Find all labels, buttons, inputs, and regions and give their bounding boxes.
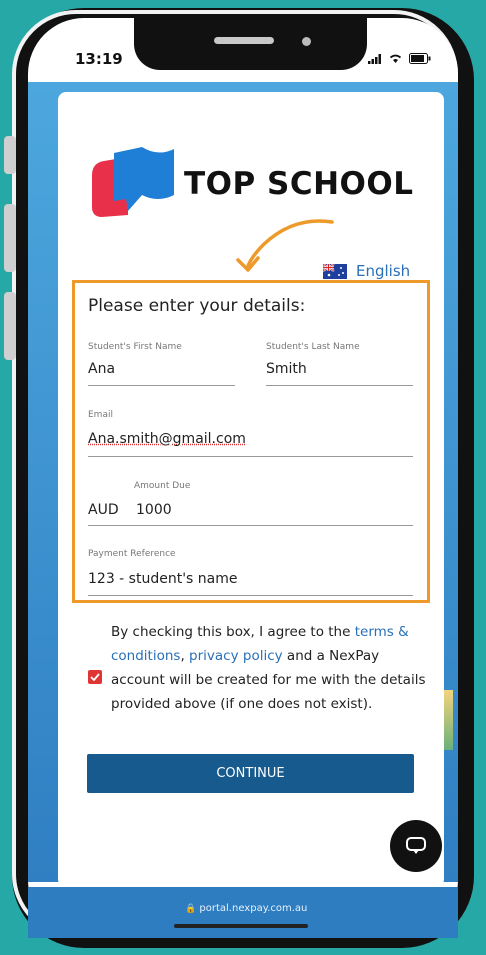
camera [302, 37, 311, 46]
top-school-logo-icon [92, 147, 174, 217]
reference-underline [88, 595, 413, 596]
agreement-text: By checking this box, I agree to the ter… [111, 620, 429, 716]
wifi-icon [389, 54, 402, 63]
reference-label: Payment Reference [88, 549, 176, 559]
home-indicator[interactable] [174, 924, 308, 928]
chat-icon [406, 837, 426, 854]
status-time: 13:19 [75, 50, 123, 68]
arrow-annotation-icon [236, 219, 334, 272]
privacy-policy-link[interactable]: privacy policy [189, 648, 283, 664]
lock-icon: 🔒 [185, 904, 197, 914]
amount-label: Amount Due [134, 481, 191, 491]
last-name-underline [266, 385, 413, 386]
email-label: Email [88, 410, 113, 420]
email-input[interactable]: Ana.smith@gmail.com [88, 431, 246, 447]
language-label: English [356, 262, 411, 280]
side-button-mute [4, 136, 16, 174]
agreement-separator: , [180, 648, 190, 664]
side-button-volume-up [4, 204, 16, 272]
first-name-input[interactable]: Ana [88, 361, 115, 377]
last-name-input[interactable]: Smith [266, 361, 307, 377]
signal-icon [368, 53, 381, 64]
background-decoration [443, 690, 453, 750]
battery-icon [409, 53, 431, 64]
agreement-text-start: By checking this box, I agree to the [111, 624, 355, 640]
browser-url[interactable]: 🔒 portal.nexpay.com.au [185, 903, 307, 914]
language-selector[interactable]: English [323, 262, 410, 280]
amount-underline [88, 525, 413, 526]
notch [134, 18, 367, 70]
form-heading: Please enter your details: [88, 296, 306, 316]
australia-flag-icon [323, 263, 347, 279]
email-underline [88, 456, 413, 457]
status-icons [368, 53, 431, 64]
first-name-label: Student's First Name [88, 342, 182, 352]
continue-button[interactable]: CONTINUE [87, 754, 414, 793]
reference-input[interactable]: 123 - student's name [88, 571, 238, 587]
currency-selector[interactable]: AUD [88, 502, 119, 518]
speaker [214, 37, 274, 44]
brand-name: TOP SCHOOL [184, 166, 414, 202]
url-text: portal.nexpay.com.au [199, 903, 308, 914]
side-button-volume-down [4, 292, 16, 360]
chat-button[interactable] [390, 820, 442, 872]
amount-input[interactable]: 1000 [136, 502, 172, 518]
agree-checkbox[interactable] [88, 670, 102, 684]
first-name-underline [88, 385, 235, 386]
last-name-label: Student's Last Name [266, 342, 360, 352]
checkmark-icon [90, 673, 100, 681]
